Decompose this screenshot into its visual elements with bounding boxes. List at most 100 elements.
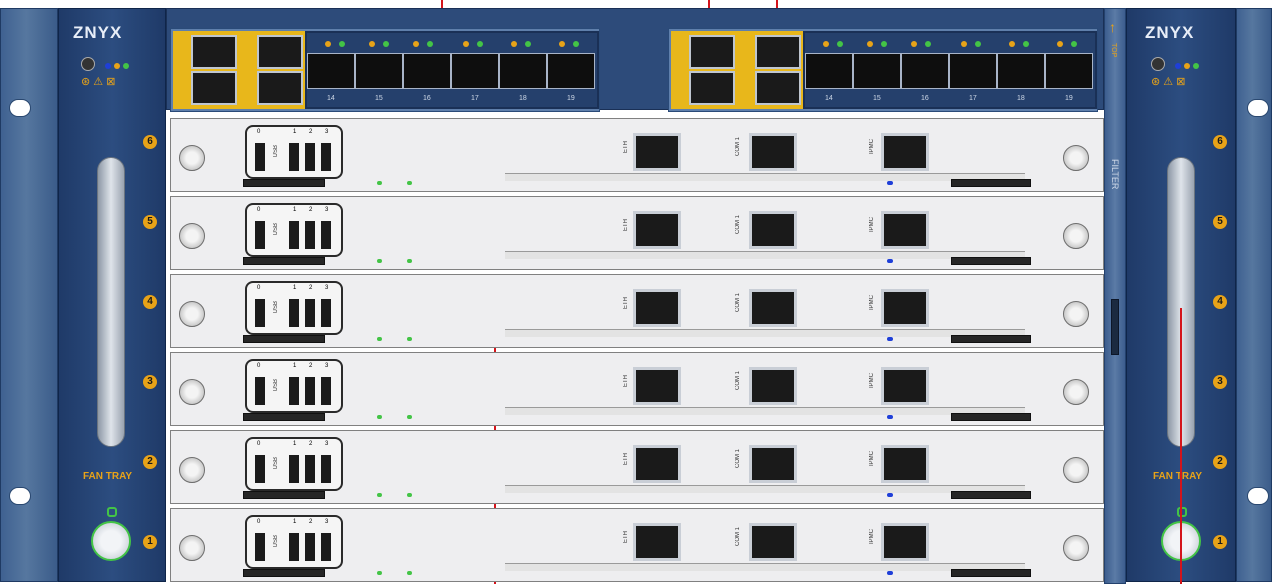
screw-icon[interactable] (179, 301, 205, 327)
com-port[interactable] (749, 445, 797, 483)
screw-icon[interactable] (1063, 145, 1089, 171)
ejector-handle[interactable] (951, 335, 1031, 343)
rj45-port[interactable] (755, 35, 801, 69)
eth-port[interactable] (633, 133, 681, 171)
screw-icon[interactable] (1063, 535, 1089, 561)
left-fan-tray[interactable]: ZNYX ⊛ ⚠ ⊠ 6 5 4 3 2 1 FAN TRAY (58, 8, 166, 582)
eth-port[interactable] (633, 289, 681, 327)
sfp-port[interactable] (499, 53, 547, 89)
com-port[interactable] (749, 133, 797, 171)
screw-icon[interactable] (1063, 223, 1089, 249)
com-port[interactable] (749, 367, 797, 405)
blade-card[interactable]: 0 1 2 3 USB ETH COM 1 IPMC (170, 118, 1104, 192)
ipmc-port[interactable] (881, 133, 929, 171)
ipmc-port[interactable] (881, 289, 929, 327)
usb-port[interactable] (305, 377, 315, 405)
sfp-port[interactable] (805, 53, 853, 89)
com-port[interactable] (749, 523, 797, 561)
fan-tray-release-knob[interactable] (91, 521, 131, 561)
ejector-handle[interactable] (243, 335, 325, 343)
blade-card[interactable]: 0 1 2 3 USB ETH COM 1 IPMC (170, 430, 1104, 504)
rj45-port[interactable] (755, 71, 801, 105)
sfp-port[interactable] (949, 53, 997, 89)
screw-icon[interactable] (179, 379, 205, 405)
eth-port[interactable] (633, 211, 681, 249)
sfp-port[interactable] (853, 53, 901, 89)
sfp-port[interactable] (451, 53, 499, 89)
filter-latch[interactable] (1111, 299, 1119, 355)
screw-icon[interactable] (179, 145, 205, 171)
usb-port[interactable] (305, 221, 315, 249)
sfp-port[interactable] (547, 53, 595, 89)
sfp-port[interactable] (1045, 53, 1093, 89)
screw-icon[interactable] (1063, 379, 1089, 405)
ejector-handle[interactable] (951, 491, 1031, 499)
usb-port[interactable] (305, 143, 315, 171)
com-label: COM 1 (735, 137, 741, 157)
power-button-icon[interactable] (1151, 57, 1165, 71)
usb-port[interactable] (305, 455, 315, 483)
ipmc-port[interactable] (881, 367, 929, 405)
ejector-handle[interactable] (243, 413, 325, 421)
eth-port[interactable] (633, 523, 681, 561)
screw-icon[interactable] (1063, 457, 1089, 483)
rj45-port[interactable] (689, 71, 735, 105)
rj45-port[interactable] (257, 71, 303, 105)
ejector-handle[interactable] (951, 179, 1031, 187)
screw-icon[interactable] (179, 223, 205, 249)
blade-card[interactable]: 0 1 2 3 USB ETH COM 1 IPMC (170, 508, 1104, 582)
eth-port[interactable] (633, 367, 681, 405)
rj45-port[interactable] (191, 71, 237, 105)
usb-port[interactable] (305, 533, 315, 561)
screw-icon[interactable] (1063, 301, 1089, 327)
usb-port[interactable] (289, 221, 299, 249)
sfp-port[interactable] (997, 53, 1045, 89)
usb-port[interactable] (255, 377, 265, 405)
usb-port[interactable] (255, 299, 265, 327)
eth-port[interactable] (633, 445, 681, 483)
usb-port[interactable] (289, 455, 299, 483)
card-connector-strip (505, 563, 1025, 571)
ejector-handle[interactable] (243, 179, 325, 187)
usb-port[interactable] (321, 221, 331, 249)
usb-port[interactable] (321, 377, 331, 405)
usb-port[interactable] (289, 299, 299, 327)
rj45-port[interactable] (257, 35, 303, 69)
usb-port[interactable] (289, 377, 299, 405)
sfp-port[interactable] (901, 53, 949, 89)
usb-port[interactable] (255, 221, 265, 249)
ipmc-port[interactable] (881, 211, 929, 249)
ejector-handle[interactable] (951, 257, 1031, 265)
screw-icon[interactable] (179, 457, 205, 483)
ipmc-port[interactable] (881, 523, 929, 561)
usb-port[interactable] (289, 143, 299, 171)
ejector-handle[interactable] (951, 413, 1031, 421)
usb-port[interactable] (321, 143, 331, 171)
blade-card[interactable]: 0 1 2 3 USB ETH COM 1 IPMC (170, 352, 1104, 426)
com-port[interactable] (749, 289, 797, 327)
ejector-handle[interactable] (243, 257, 325, 265)
usb-port[interactable] (255, 143, 265, 171)
usb-port[interactable] (321, 533, 331, 561)
fan-tray-handle[interactable] (97, 157, 125, 447)
usb-port[interactable] (305, 299, 315, 327)
sfp-port[interactable] (355, 53, 403, 89)
blade-card[interactable]: 0 1 2 3 USB ETH COM 1 IPMC (170, 274, 1104, 348)
blade-card[interactable]: 0 1 2 3 USB ETH COM 1 IPMC (170, 196, 1104, 270)
usb-port[interactable] (321, 299, 331, 327)
rj45-port[interactable] (191, 35, 237, 69)
ejector-handle[interactable] (951, 569, 1031, 577)
sfp-port[interactable] (403, 53, 451, 89)
power-button-icon[interactable] (81, 57, 95, 71)
screw-icon[interactable] (179, 535, 205, 561)
usb-port[interactable] (255, 455, 265, 483)
usb-port[interactable] (255, 533, 265, 561)
ipmc-port[interactable] (881, 445, 929, 483)
ejector-handle[interactable] (243, 491, 325, 499)
usb-port[interactable] (289, 533, 299, 561)
rj45-port[interactable] (689, 35, 735, 69)
ejector-handle[interactable] (243, 569, 325, 577)
com-port[interactable] (749, 211, 797, 249)
sfp-port[interactable] (307, 53, 355, 89)
usb-port[interactable] (321, 455, 331, 483)
